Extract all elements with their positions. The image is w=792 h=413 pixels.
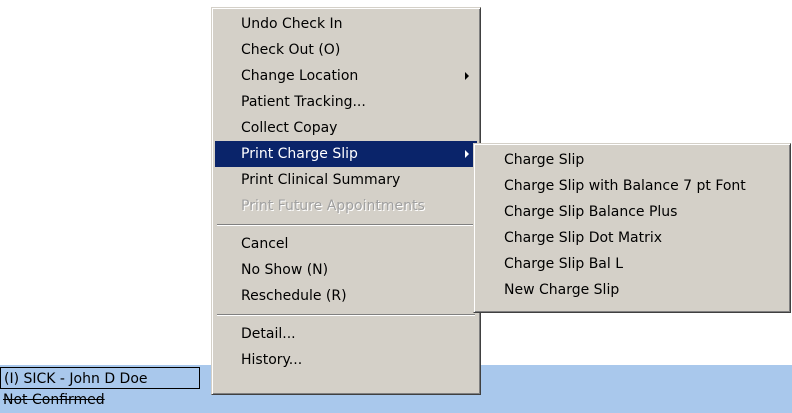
menu-item-detail[interactable]: Detail... [215, 321, 477, 347]
submenu-item-charge-slip-bal-l[interactable]: Charge Slip Bal L [477, 251, 787, 277]
menu-item-history[interactable]: History... [215, 347, 477, 373]
appointment-status: Not Confirmed [3, 392, 105, 408]
menu-item-label: Print Charge Slip [241, 146, 358, 162]
context-menu: Undo Check In Check Out (O) Change Locat… [211, 7, 481, 395]
menu-item-reschedule[interactable]: Reschedule (R) [215, 283, 477, 309]
menu-item-print-charge-slip[interactable]: Print Charge Slip [215, 141, 477, 167]
menu-item-change-location[interactable]: Change Location [215, 63, 477, 89]
menu-item-print-clinical-summary[interactable]: Print Clinical Summary [215, 167, 477, 193]
submenu-item-charge-slip-balance-7pt[interactable]: Charge Slip with Balance 7 pt Font [477, 173, 787, 199]
menu-item-collect-copay[interactable]: Collect Copay [215, 115, 477, 141]
menu-item-no-show[interactable]: No Show (N) [215, 257, 477, 283]
charge-slip-submenu: Charge Slip Charge Slip with Balance 7 p… [473, 143, 791, 313]
menu-item-undo-check-in[interactable]: Undo Check In [215, 11, 477, 37]
submenu-item-charge-slip[interactable]: Charge Slip [477, 147, 787, 173]
menu-item-patient-tracking[interactable]: Patient Tracking... [215, 89, 477, 115]
menu-item-cancel[interactable]: Cancel [215, 231, 477, 257]
appointment-title[interactable]: (I) SICK - John D Doe [0, 367, 200, 389]
menu-item-check-out[interactable]: Check Out (O) [215, 37, 477, 63]
menu-item-print-future-appointments: Print Future Appointments [241, 198, 425, 214]
submenu-arrow-icon [465, 72, 469, 80]
menu-separator [217, 314, 475, 316]
submenu-item-charge-slip-balance-plus[interactable]: Charge Slip Balance Plus [477, 199, 787, 225]
submenu-arrow-icon [465, 150, 469, 158]
submenu-item-new-charge-slip[interactable]: New Charge Slip [477, 277, 787, 303]
menu-separator [217, 224, 475, 226]
submenu-item-charge-slip-dot-matrix[interactable]: Charge Slip Dot Matrix [477, 225, 787, 251]
menu-item-label: Change Location [241, 68, 359, 84]
